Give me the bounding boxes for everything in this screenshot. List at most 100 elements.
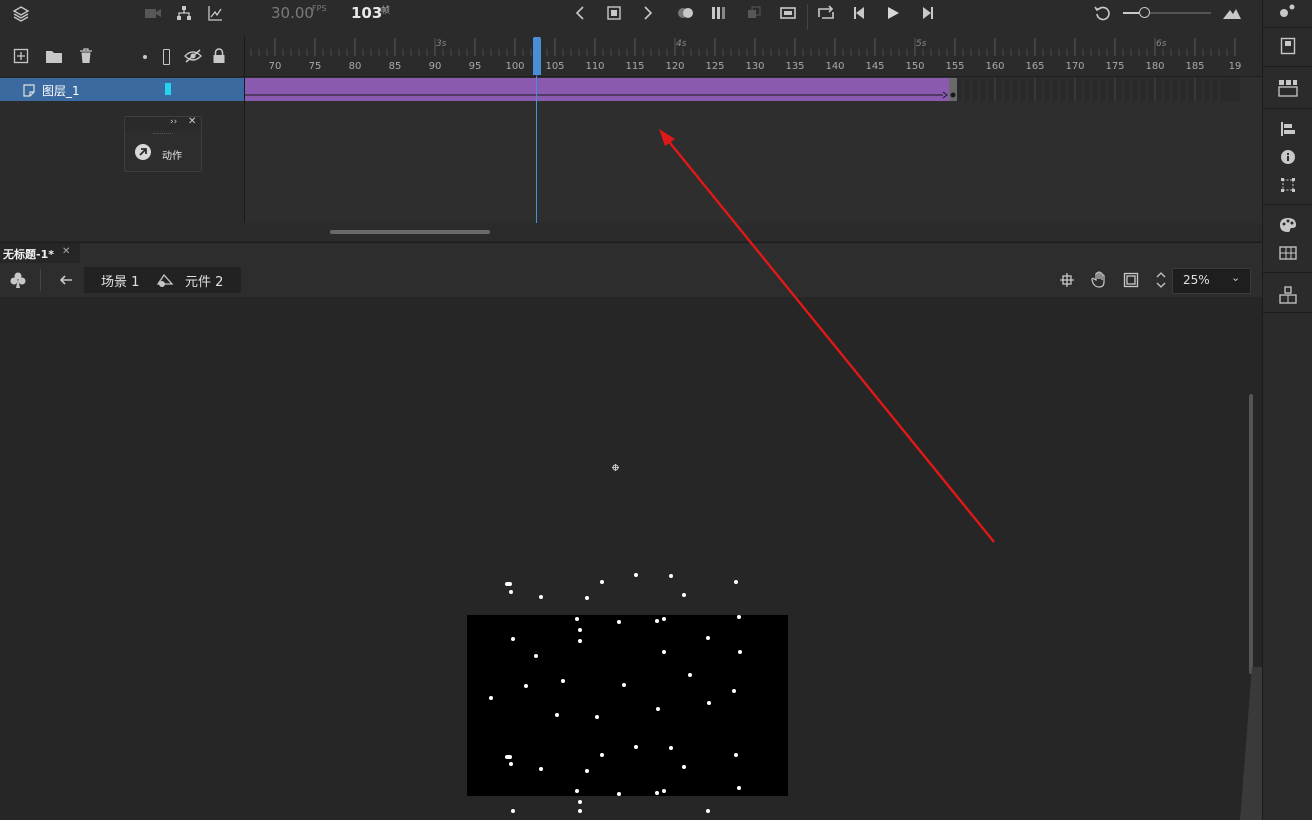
close-panel-icon[interactable]: ✕ bbox=[188, 116, 196, 127]
hierarchy-icon[interactable] bbox=[173, 2, 195, 24]
undo-icon[interactable] bbox=[1091, 2, 1113, 24]
particle-dot bbox=[669, 746, 673, 750]
particle-dot bbox=[707, 701, 711, 705]
ruler-tick-label: 130 bbox=[745, 61, 765, 72]
ruler-second-label: 5s bbox=[916, 39, 927, 49]
close-tab-icon[interactable]: ✕ bbox=[62, 246, 70, 257]
info-icon[interactable] bbox=[1277, 146, 1299, 168]
panel-dots-icon[interactable] bbox=[1277, 0, 1299, 22]
ruler-tick-label: 70 bbox=[268, 61, 282, 72]
particle-dot bbox=[539, 595, 543, 599]
editbar-divider bbox=[40, 269, 41, 291]
breadcrumb-symbol[interactable]: 元件 2 bbox=[185, 271, 223, 290]
lock-layers-icon[interactable] bbox=[208, 45, 230, 67]
club-icon[interactable] bbox=[7, 269, 29, 291]
particle-dot bbox=[585, 596, 589, 600]
particle-dot bbox=[682, 765, 686, 769]
dock-divider bbox=[1263, 66, 1312, 67]
fit-stage-icon[interactable] bbox=[1120, 269, 1142, 291]
particle-dot bbox=[732, 689, 736, 693]
right-panel-dock bbox=[1262, 0, 1312, 820]
highlight-layers-icon[interactable] bbox=[143, 55, 147, 59]
new-folder-icon[interactable] bbox=[43, 45, 65, 67]
ruler-tick-label: 80 bbox=[348, 61, 362, 72]
zoom-slider-handle[interactable] bbox=[1139, 7, 1150, 18]
layer-color-swatch[interactable] bbox=[165, 83, 171, 95]
ruler-tick-label: 115 bbox=[625, 61, 645, 72]
popup-grip bbox=[153, 133, 173, 136]
current-frame-value[interactable]: 103 bbox=[351, 4, 382, 22]
particle-dot bbox=[734, 753, 738, 757]
particle-dot bbox=[662, 650, 666, 654]
zoom-select[interactable]: 25% ⌄ bbox=[1172, 268, 1251, 294]
swatches-icon[interactable] bbox=[1277, 242, 1299, 264]
layers-icon[interactable] bbox=[10, 3, 32, 25]
timeline-h-scrollbar[interactable] bbox=[330, 230, 490, 234]
ruler-tick-label: 180 bbox=[1145, 61, 1165, 72]
ruler-tick-label: 85 bbox=[388, 61, 402, 72]
particle-dot bbox=[669, 574, 673, 578]
ruler-tick-label: 90 bbox=[428, 61, 442, 72]
layer-row[interactable]: 图层_1 bbox=[0, 78, 244, 101]
fps-value[interactable]: 30.00 bbox=[271, 4, 314, 22]
library-icon[interactable] bbox=[1277, 35, 1299, 57]
frame-grid bbox=[245, 78, 1240, 101]
chevron-down-icon[interactable]: ⌄ bbox=[1231, 271, 1240, 284]
loop-playback-icon[interactable] bbox=[815, 2, 837, 24]
fps-unit: FPS bbox=[312, 4, 327, 13]
onion-skin-icon[interactable] bbox=[675, 2, 697, 24]
actions-icon[interactable] bbox=[135, 144, 151, 160]
particle-dot bbox=[655, 791, 659, 795]
stop-keyframe-icon[interactable] bbox=[603, 2, 625, 24]
loop-icon[interactable] bbox=[743, 2, 765, 24]
layer-name[interactable]: 图层_1 bbox=[42, 82, 80, 99]
delete-layer-icon[interactable] bbox=[75, 45, 97, 67]
last-frame-icon[interactable] bbox=[916, 2, 938, 24]
particle-dot bbox=[662, 617, 666, 621]
insert-frame-icon[interactable] bbox=[777, 2, 799, 24]
ruler-tick-label: 160 bbox=[985, 61, 1005, 72]
stage-canvas[interactable] bbox=[467, 615, 788, 796]
expand-panel-icon[interactable]: ›› bbox=[170, 117, 177, 127]
particle-dot bbox=[662, 789, 666, 793]
align-icon[interactable] bbox=[1277, 118, 1299, 140]
components-icon[interactable] bbox=[1277, 77, 1299, 99]
play-icon[interactable] bbox=[882, 2, 904, 24]
particle-dot bbox=[509, 762, 513, 766]
outline-layers-icon[interactable] bbox=[163, 49, 170, 65]
particle-dot bbox=[634, 745, 638, 749]
prev-keyframe-icon[interactable] bbox=[569, 2, 591, 24]
camera-icon[interactable] bbox=[142, 2, 164, 24]
ruler-tick-label: 125 bbox=[705, 61, 725, 72]
first-frame-icon[interactable] bbox=[849, 2, 871, 24]
hide-layers-icon[interactable] bbox=[182, 45, 204, 67]
panel-divider[interactable] bbox=[244, 36, 245, 223]
edit-multiple-frames-icon[interactable] bbox=[708, 2, 730, 24]
ruler-tick-label: 95 bbox=[468, 61, 482, 72]
transform-icon[interactable] bbox=[1277, 174, 1299, 196]
breadcrumb-scene[interactable]: 场景 1 bbox=[101, 271, 139, 290]
rotate-stage-icon[interactable] bbox=[1150, 269, 1172, 291]
particle-dot bbox=[682, 593, 686, 597]
keyframe-dot bbox=[950, 92, 956, 98]
actions-label[interactable]: 动作 bbox=[162, 147, 182, 162]
document-tab-title: 无标题-1* bbox=[3, 248, 54, 261]
particle-dot bbox=[622, 683, 626, 687]
document-tab[interactable]: 无标题-1* ✕ bbox=[0, 243, 80, 263]
snap-crosshair-icon[interactable] bbox=[1056, 269, 1078, 291]
new-layer-icon[interactable] bbox=[10, 45, 32, 67]
stage-area[interactable] bbox=[0, 297, 1262, 820]
code-snippets-icon[interactable] bbox=[1277, 284, 1299, 306]
mountain-icon[interactable] bbox=[1221, 2, 1243, 24]
hand-tool-icon[interactable] bbox=[1088, 269, 1110, 291]
stage-v-scrollbar[interactable] bbox=[1249, 394, 1253, 674]
ruler-tick-label: 100 bbox=[505, 61, 525, 72]
graph-icon[interactable] bbox=[204, 2, 226, 24]
ruler-second-label: 4s bbox=[676, 39, 687, 49]
next-keyframe-icon[interactable] bbox=[637, 2, 659, 24]
back-arrow-icon[interactable] bbox=[55, 269, 77, 291]
ruler-tick-label: 105 bbox=[545, 61, 565, 72]
frame-area[interactable] bbox=[245, 77, 1262, 223]
color-palette-icon[interactable] bbox=[1277, 214, 1299, 236]
frame-ruler[interactable]: 70 75 80 85 90 95 100 105 110 115 120 125 130 135 140 1… bbox=[245, 36, 1262, 77]
